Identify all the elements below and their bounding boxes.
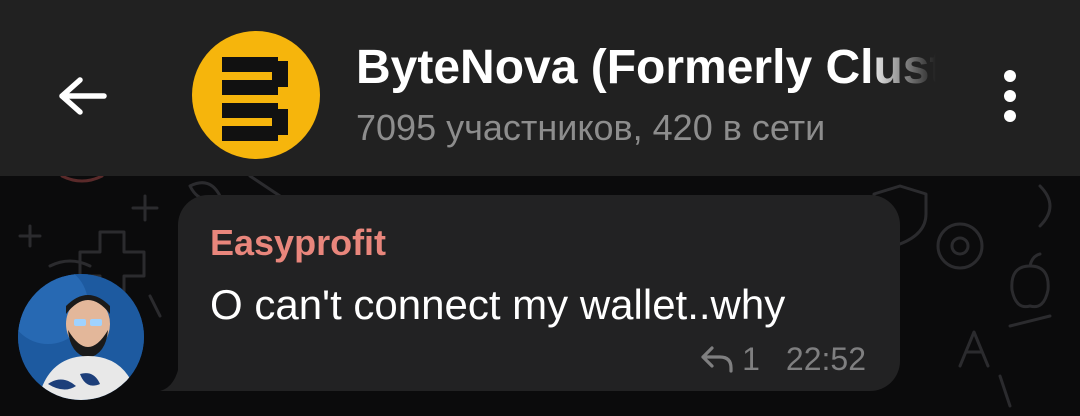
chat-subtitle: 7095 участников, 420 в сети [356, 107, 826, 148]
more-options-button[interactable] [980, 60, 1040, 132]
message-meta: 1 22:52 [700, 339, 866, 379]
reply-icon[interactable] [700, 344, 734, 374]
chat-header: ByteNova (Formerly Cluster) 7095 участни… [0, 0, 1080, 176]
sender-name[interactable]: Easyprofit [210, 221, 386, 265]
chat-title[interactable]: ByteNova (Formerly Cluster) [356, 36, 936, 100]
bytenova-logo-icon [222, 57, 288, 141]
message-time: 22:52 [785, 340, 866, 377]
message-bubble[interactable]: Easyprofit O can't connect my wallet..wh… [178, 195, 900, 391]
sender-avatar[interactable] [18, 274, 144, 400]
more-vertical-icon [1004, 70, 1016, 122]
reply-count[interactable]: 1 [742, 341, 760, 378]
back-button[interactable] [44, 58, 120, 134]
chat-avatar[interactable] [192, 31, 320, 159]
message-text: O can't connect my wallet..why [210, 281, 786, 328]
user-avatar-icon [18, 274, 144, 400]
arrow-left-icon [59, 77, 107, 115]
